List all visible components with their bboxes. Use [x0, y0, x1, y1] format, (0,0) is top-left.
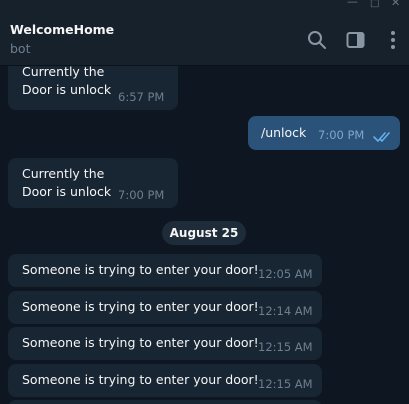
message-time: 6:57 PM: [118, 90, 165, 104]
chat-status: bot: [10, 41, 31, 56]
message-text: /unlock: [261, 125, 307, 140]
search-icon[interactable]: [306, 29, 328, 51]
message-list[interactable]: Currently the Door is unlock 6:57 PM /un…: [0, 66, 409, 404]
sidebar-toggle-icon[interactable]: [345, 29, 367, 51]
telegram-window: — □ ✕ WelcomeHome bot Currently the Door…: [0, 0, 409, 404]
message-time: 12:14 AM: [258, 304, 313, 318]
incoming-message[interactable]: [8, 400, 322, 404]
maximize-icon[interactable]: □: [370, 0, 379, 10]
close-icon[interactable]: ✕: [391, 0, 400, 9]
message-text: Someone is trying to enter your door!: [22, 335, 259, 350]
message-time: 7:00 PM: [318, 128, 365, 142]
incoming-message[interactable]: Someone is trying to enter your door! 12…: [8, 291, 322, 324]
incoming-message[interactable]: Currently the Door is unlock 6:57 PM: [8, 66, 178, 110]
message-text: Someone is trying to enter your door!: [22, 262, 259, 277]
message-text: Someone is trying to enter your door!: [22, 372, 259, 387]
message-text: Currently the: [22, 166, 105, 181]
outgoing-message[interactable]: /unlock 7:00 PM: [248, 116, 400, 150]
chat-header[interactable]: WelcomeHome bot: [0, 12, 409, 66]
message-time: 12:05 AM: [258, 267, 313, 281]
message-text: Currently the: [22, 66, 105, 79]
message-time: 12:15 AM: [258, 377, 313, 391]
more-vertical-icon[interactable]: [382, 29, 404, 51]
incoming-message[interactable]: Someone is trying to enter your door! 12…: [8, 327, 322, 360]
message-time: 7:00 PM: [118, 188, 165, 202]
message-text: Door is unlock: [22, 184, 112, 199]
title-bar: — □ ✕: [0, 0, 409, 12]
message-text: Someone is trying to enter your door!: [22, 299, 259, 314]
incoming-message[interactable]: Someone is trying to enter your door! 12…: [8, 254, 322, 287]
incoming-message[interactable]: Someone is trying to enter your door! 12…: [8, 364, 322, 397]
incoming-message[interactable]: Currently the Door is unlock 7:00 PM: [8, 158, 178, 208]
message-text: Door is unlock: [22, 82, 112, 97]
chat-title[interactable]: WelcomeHome: [10, 22, 114, 37]
date-separator: August 25: [162, 221, 246, 245]
message-time: 12:15 AM: [258, 340, 313, 354]
minimize-icon[interactable]: —: [347, 0, 358, 8]
double-check-icon: [373, 128, 391, 147]
